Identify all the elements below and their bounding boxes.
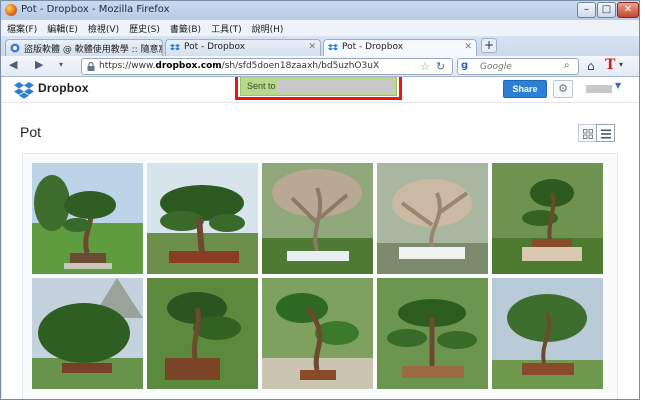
search-bar[interactable]: g ⌕ [457, 58, 579, 75]
tab-pot-dropbox-1[interactable]: Pot - Dropbox ✕ [165, 39, 321, 56]
menu-bar: 檔案(F) 編輯(E) 檢視(V) 歷史(S) 書籤(B) 工具(T) 說明(H… [1, 20, 639, 36]
menu-history[interactable]: 歷史(S) [129, 22, 160, 35]
dropbox-header: Dropbox Sent to Share ⚙ ▼ [2, 77, 639, 103]
menu-help[interactable]: 說明(H) [252, 22, 284, 35]
maximize-button[interactable]: □ [597, 2, 616, 18]
back-arrow-icon[interactable]: ◀ [9, 58, 17, 71]
menu-tools[interactable]: 工具(T) [211, 22, 242, 35]
bonsai-photo-6[interactable] [32, 278, 143, 389]
share-button[interactable]: Share [503, 80, 547, 98]
photo-gallery [22, 153, 618, 399]
grid-icon [583, 129, 593, 139]
list-view-button[interactable] [596, 124, 615, 142]
bonsai-photo-10[interactable] [492, 278, 603, 389]
tab-label: Pot - Dropbox [184, 42, 246, 52]
tab-blog[interactable]: 盜版軟體 @ 軟體使用教學 :: 隨意窩 X... [5, 39, 163, 56]
bonsai-photo-1[interactable] [32, 163, 143, 274]
new-tab-button[interactable]: + [481, 38, 497, 53]
menu-edit[interactable]: 編輯(E) [47, 22, 78, 35]
bonsai-photo-7[interactable] [147, 278, 258, 389]
forward-arrow-icon[interactable]: ▶ [35, 58, 43, 71]
gear-icon[interactable]: ⚙ [553, 80, 573, 98]
search-icon[interactable]: ⌕ [564, 60, 570, 71]
search-input[interactable] [480, 60, 558, 73]
history-dropdown-icon[interactable]: ▾ [59, 60, 63, 69]
google-icon: g [461, 60, 469, 71]
close-window-button[interactable]: ✕ [617, 2, 639, 18]
addon-t-icon[interactable]: T [605, 57, 615, 73]
url-text: https://www.dropbox.com/sh/sfd5doen18zaa… [99, 61, 380, 71]
firefox-icon [5, 4, 17, 16]
menu-view[interactable]: 檢視(V) [88, 22, 119, 35]
minimize-button[interactable]: – [577, 2, 596, 18]
tab-strip: 盜版軟體 @ 軟體使用教學 :: 隨意窩 X... Pot - Dropbox … [1, 36, 639, 56]
tab-close-icon[interactable]: ✕ [308, 42, 316, 52]
tab-pot-dropbox-active[interactable]: Pot - Dropbox ✕ [323, 39, 477, 56]
addon-dropdown-icon[interactable]: ▾ [619, 60, 623, 69]
dropbox-favicon-icon [170, 44, 180, 51]
bonsai-photo-4[interactable] [377, 163, 488, 274]
folder-title: Pot [20, 124, 42, 140]
dropbox-brand[interactable]: Dropbox [38, 81, 89, 95]
lock-icon [87, 62, 95, 71]
browser-window: Pot - Dropbox - Mozilla Firefox – □ ✕ 檔案… [0, 0, 640, 400]
bonsai-photo-3[interactable] [262, 163, 373, 274]
list-icon [601, 129, 611, 139]
grid-view-button[interactable] [578, 124, 597, 142]
account-dropdown-icon[interactable]: ▼ [615, 81, 621, 90]
dropbox-logo-icon[interactable] [14, 81, 34, 99]
url-bar[interactable]: https://www.dropbox.com/sh/sfd5doen18zaa… [81, 58, 453, 75]
tab-close-icon[interactable]: ✕ [464, 42, 472, 52]
navigation-bar: ◀ ▶ ▾ https://www.dropbox.com/sh/sfd5doe… [1, 56, 639, 77]
menu-bookmarks[interactable]: 書籤(B) [170, 22, 201, 35]
tab-label: Pot - Dropbox [342, 42, 404, 52]
redacted-account-name[interactable] [586, 85, 612, 93]
bonsai-photo-2[interactable] [147, 163, 258, 274]
tab-label: 盜版軟體 @ 軟體使用教學 :: 隨意窩 X... [24, 45, 162, 55]
bonsai-photo-5[interactable] [492, 163, 603, 274]
page-content: Dropbox Sent to Share ⚙ ▼ Pot [2, 77, 639, 399]
blog-favicon-icon [10, 43, 20, 53]
title-bar: Pot - Dropbox - Mozilla Firefox – □ ✕ [1, 1, 639, 20]
menu-file[interactable]: 檔案(F) [7, 22, 37, 35]
bookmark-star-icon[interactable]: ☆ [420, 60, 430, 73]
window-title: Pot - Dropbox - Mozilla Firefox [21, 4, 170, 15]
home-icon[interactable]: ⌂ [587, 59, 595, 73]
bonsai-photo-9[interactable] [377, 278, 488, 389]
red-highlight-box [235, 77, 402, 100]
dropbox-favicon-icon [328, 44, 338, 51]
refresh-icon[interactable]: ↻ [436, 60, 445, 73]
bonsai-photo-8[interactable] [262, 278, 373, 389]
